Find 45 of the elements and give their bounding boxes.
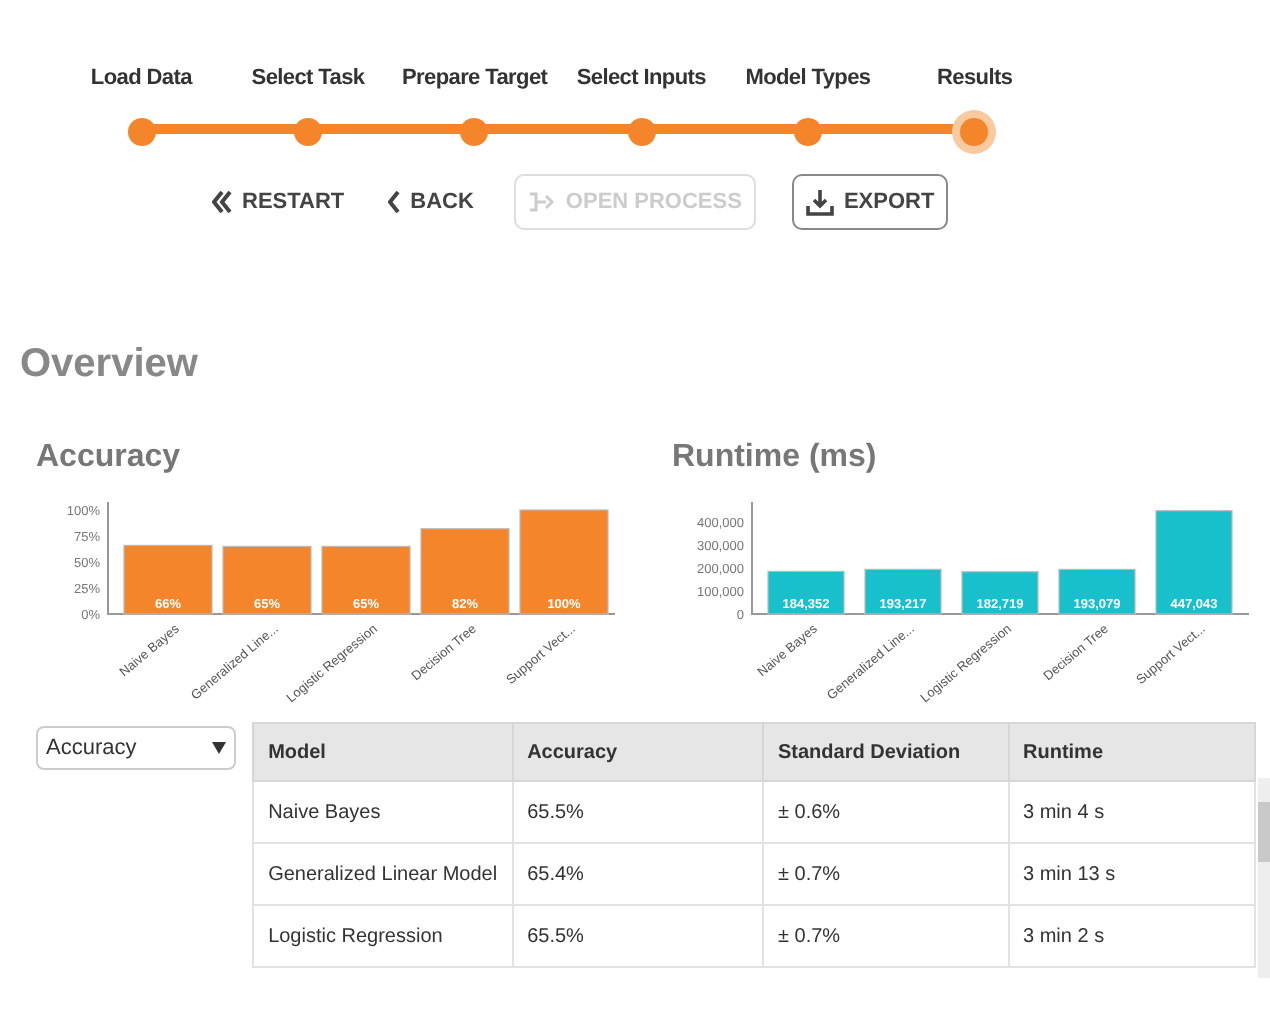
table-cell: ± 0.7% [762,905,1008,967]
export-button[interactable]: EXPORT [791,174,949,230]
table-cell: Generalized Linear Model [253,843,513,905]
step-label: Select Inputs [576,64,706,94]
bar [767,570,845,615]
table-cell: 65.5% [512,781,763,843]
metric-dropdown[interactable]: Accuracy [36,726,237,770]
bar [420,528,510,615]
bar [1058,568,1136,615]
section-title: Overview [20,340,200,390]
chart-title: Runtime (ms) [672,438,879,478]
bar [961,571,1039,615]
double-chevron-icon [212,190,232,214]
table-cell: ± 0.6% [762,781,1008,843]
step-label: Model Types [745,64,871,94]
table-cell: 3 min 13 s [1008,843,1256,905]
column-header[interactable]: Standard Deviation [762,723,1008,781]
back-button[interactable]: BACK [384,174,478,230]
chart-title: Accuracy [36,438,183,478]
table-cell: Logistic Regression [253,905,513,967]
scrollbar[interactable] [1258,778,1270,978]
table-cell: Naive Bayes [253,781,513,843]
table-cell: 3 min 2 s [1008,905,1256,967]
bar [519,509,609,615]
column-header[interactable]: Model [253,723,513,781]
step-label: Results [937,64,1013,94]
table-cell: ± 0.7% [762,843,1008,905]
column-header[interactable]: Accuracy [512,723,763,781]
bar [321,545,411,615]
table-cell: 3 min 4 s [1008,781,1256,843]
table-cell: 65.5% [512,905,763,967]
step-label: Prepare Target [402,64,548,94]
bar [864,568,942,615]
bar [123,544,213,615]
table-cell: 65.4% [512,843,763,905]
bar [1155,510,1233,615]
restart-button[interactable]: RESTART [208,174,349,230]
caret-icon [212,742,227,754]
process-icon [527,190,556,214]
download-icon [805,188,834,216]
step-label: Load Data [90,64,192,94]
bar [222,545,312,615]
column-header[interactable]: Runtime [1008,723,1256,781]
chevron-left-icon [388,190,401,214]
step-label: Select Task [251,64,365,94]
